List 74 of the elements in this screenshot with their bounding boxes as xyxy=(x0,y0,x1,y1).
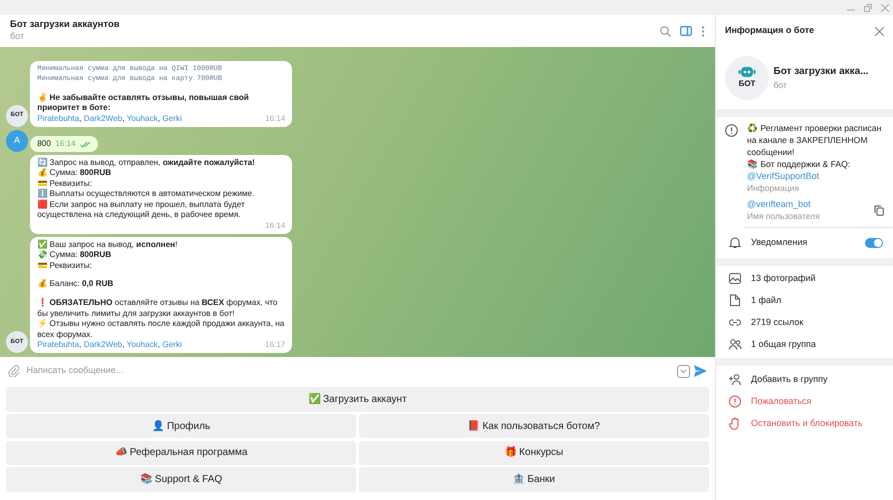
warning-icon xyxy=(728,394,742,408)
message-text: 💸 Сумма: 800RUB xyxy=(37,250,112,261)
close-icon[interactable] xyxy=(875,26,884,36)
forum-link[interactable]: Dark2Web xyxy=(84,340,122,350)
chat-title: Бот загрузки аккаунтов xyxy=(10,18,121,30)
comma-separator: , xyxy=(79,340,82,350)
action-item[interactable]: Остановить и блокировать xyxy=(716,412,893,434)
comma-separator: , xyxy=(122,340,125,350)
panel-title: Информация о боте xyxy=(725,24,816,38)
restore-icon[interactable] xyxy=(864,4,872,12)
media-item[interactable]: 13 фотографий xyxy=(716,268,893,290)
action-item[interactable]: Добавить в группу xyxy=(716,368,893,390)
message-text: ℹ Выплаты осуществляются в автоматическом режиме. xyxy=(37,189,256,200)
media-item[interactable]: 2719 ссылок xyxy=(716,312,893,334)
message-text: 💳 Реквизиты: xyxy=(37,260,93,272)
robot-icon xyxy=(738,66,756,78)
forum-link[interactable]: Dark2Web xyxy=(84,114,122,123)
message-time: 16:14 xyxy=(265,221,286,232)
info-icon xyxy=(725,124,738,136)
message-text: ✌ Не забывайте оставлять отзывы, повышая свой приоритет в боте: xyxy=(37,92,250,114)
comma-separator: , xyxy=(158,340,160,350)
bot-status: бот xyxy=(774,79,788,92)
keyboard-button[interactable]: 👤 Профиль xyxy=(6,414,356,438)
avatar: A xyxy=(6,130,28,152)
message-text: ⚡ Отзывы нужно оставлять после каждой продажи аккаунта, на всех форумах. xyxy=(37,319,286,340)
action-item[interactable]: Пожаловаться xyxy=(716,390,893,412)
field-label: Имя пользователя xyxy=(747,210,821,222)
attach-icon[interactable] xyxy=(8,365,20,377)
forum-link[interactable]: Youhack xyxy=(126,114,158,123)
notifications-toggle[interactable] xyxy=(865,238,883,248)
comma-separator: , xyxy=(122,114,125,123)
notifications-label: Уведомления xyxy=(751,236,808,249)
message-time: 16:14 xyxy=(265,114,286,124)
comma-separator: , xyxy=(79,114,82,123)
close-icon[interactable] xyxy=(880,4,888,12)
keyboard-button[interactable]: 📚 Support & FAQ xyxy=(6,467,356,492)
people-icon xyxy=(728,338,742,352)
keyboard-toggle-icon[interactable] xyxy=(676,364,690,378)
message-text: 800 xyxy=(37,138,51,150)
keyboard-button[interactable]: 📣 Реферальная программа xyxy=(6,440,356,465)
comma-separator: , xyxy=(158,114,160,123)
add-person-icon xyxy=(728,372,742,386)
forum-link[interactable]: Youhack xyxy=(126,340,158,350)
avatar-label: БОТ xyxy=(738,78,756,90)
field-label: Информация xyxy=(747,182,800,194)
send-icon[interactable] xyxy=(694,365,707,377)
bell-icon xyxy=(728,236,742,249)
forum-link[interactable]: Gerki xyxy=(162,114,182,123)
keyboard-button[interactable]: 📕 Как пользоваться ботом? xyxy=(358,414,709,438)
keyboard-button[interactable]: 🏦 Банки xyxy=(358,467,709,492)
media-item[interactable]: 1 файл xyxy=(716,290,893,312)
message-text: 🔄 Запрос на вывод, отправлен, ожидайте пожалуйста! xyxy=(37,158,256,168)
message-text: 💰 Сумма: 800RUB xyxy=(37,168,112,179)
copy-icon[interactable] xyxy=(874,204,884,216)
message-text: ❗ ОБЯЗАТЕЛЬНО оставляйте отзывы на ВСЕХ форумах, что бы увеличить лимиты для загрузки аккаунтов в бот! xyxy=(37,298,278,318)
sidebar-toggle-icon[interactable] xyxy=(680,26,692,36)
message-text: 💰 Баланс: 0,0 RUB xyxy=(37,279,114,290)
chat-status: бот xyxy=(10,30,26,43)
bot-description: ♻ Регламент проверки расписан на канале в ЗАКРЕПЛЕННОМ сообщении! 📚 Бот поддержки & FAQ: xyxy=(747,122,882,170)
search-icon[interactable] xyxy=(660,26,671,36)
message-time: 16:14 xyxy=(55,138,76,150)
message-text: 💳 Реквизиты: xyxy=(37,178,93,188)
message-time: 16:17 xyxy=(265,340,286,351)
media-item[interactable]: 1 общая группа xyxy=(716,334,893,356)
message-text: ✅ Ваш запрос на вывод, исполнен! xyxy=(37,240,178,250)
more-icon[interactable] xyxy=(701,26,705,36)
bot-name: Бот загрузки акка... xyxy=(774,65,869,80)
keyboard-button[interactable]: ✅ Загрузить аккаунт xyxy=(6,387,709,412)
image-icon xyxy=(728,272,742,286)
keyboard-button[interactable]: 🎁 Конкурсы xyxy=(358,440,709,465)
file-icon xyxy=(728,294,742,308)
forum-link[interactable]: Gerki xyxy=(162,340,182,350)
message-text: 🟥 Если запрос на выплату не прошел, выплата будет осуществлена на следующий день, в рабочее время. xyxy=(37,200,246,222)
message-input[interactable]: Написать сообщение... xyxy=(24,363,672,379)
